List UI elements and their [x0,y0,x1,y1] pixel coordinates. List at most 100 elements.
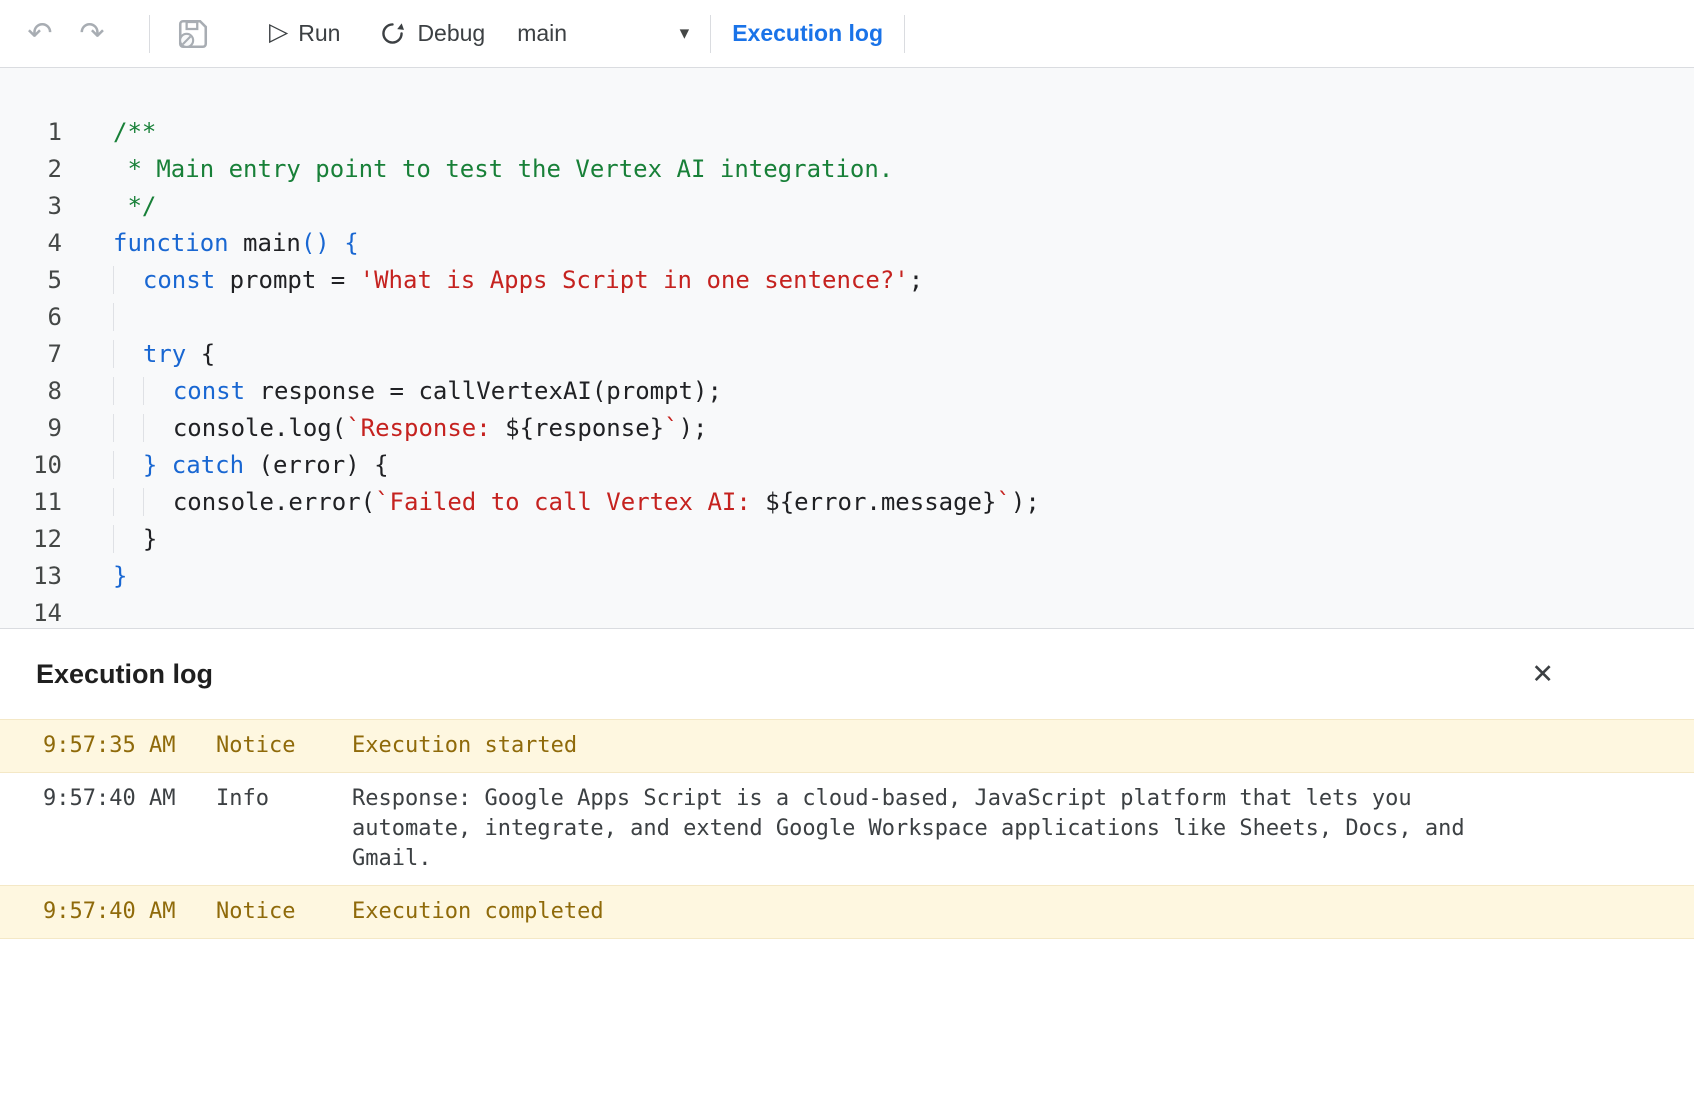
log-entry: 9:57:35 AMNoticeExecution started [0,719,1694,773]
toolbar-divider [710,15,711,53]
chevron-down-icon: ▾ [680,24,690,43]
line-number[interactable]: 5 [0,262,62,299]
code-token: ` [664,414,678,442]
log-time: 9:57:35 AM [0,731,216,761]
code-line[interactable]: 13} [0,558,1694,595]
run-icon: ▷ [269,20,288,45]
code-text [113,299,143,336]
code-token [143,488,173,516]
code-text: function main() { [113,225,359,262]
code-token: /** [113,118,156,146]
line-number[interactable]: 13 [0,558,62,595]
code-token: () [301,229,330,257]
log-time: 9:57:40 AM [0,784,216,874]
code-line[interactable]: 2 * Main entry point to test the Vertex … [0,151,1694,188]
code-token: } catch [143,451,244,479]
code-token: const [173,377,245,405]
debug-button-label: Debug [417,20,485,47]
function-selector-dropdown[interactable]: main ▾ [517,20,689,47]
execution-log-button-label: Execution log [732,20,883,47]
code-token [113,340,143,368]
code-token [330,229,344,257]
line-number[interactable]: 14 [0,595,62,628]
toolbar-divider [904,15,905,53]
code-token [113,525,143,553]
log-level: Notice [216,897,352,927]
code-token [113,377,143,405]
execution-log-button[interactable]: Execution log [732,20,883,47]
code-editor[interactable]: 1 /** 2 * Main entry point to test the Ver… [0,68,1694,628]
code-token [143,377,173,405]
code-line[interactable]: 9 console.log(`Response: ${response}`); [0,410,1694,447]
code-token: function [113,229,229,257]
line-number[interactable]: 11 [0,484,62,521]
code-line[interactable]: 14 [0,595,1694,628]
run-button-label: Run [298,20,340,47]
code-token: ${response} [505,414,664,442]
code-token: response = callVertexAI(prompt); [245,377,722,405]
code-line[interactable]: 10 } catch (error) { [0,447,1694,484]
code-token: } [143,525,157,553]
code-token: ); [679,414,708,442]
line-number[interactable]: 9 [0,410,62,447]
function-selector-value: main [517,20,567,47]
code-line[interactable]: 8 const response = callVertexAI(prompt); [0,373,1694,410]
code-text: console.log(`Response: ${response}`); [113,410,707,447]
save-project-button[interactable] [173,17,213,51]
log-message: Response: Google Apps Script is a cloud-… [352,784,1484,874]
redo-icon: ↷ [79,19,104,49]
undo-icon: ↶ [27,19,52,49]
line-number[interactable]: 2 [0,151,62,188]
line-number[interactable]: 6 [0,299,62,336]
line-number[interactable]: 4 [0,225,62,262]
code-text: * Main entry point to test the Vertex AI… [113,151,893,188]
code-line[interactable]: 6 [0,299,1694,336]
toolbar-divider [149,15,150,53]
line-number[interactable]: 3 [0,188,62,225]
code-token: ); [1011,488,1040,516]
code-text: /** [113,114,156,151]
code-token: } [113,562,127,590]
code-token: const [143,266,215,294]
execution-log-header: Execution log ✕ [0,629,1694,719]
code-token [113,488,143,516]
code-line[interactable]: 5 const prompt = 'What is Apps Script in… [0,262,1694,299]
line-number[interactable]: 8 [0,373,62,410]
code-token: ${error.message} [765,488,996,516]
code-token: `Response: [346,414,505,442]
code-line[interactable]: 7 try { [0,336,1694,373]
code-token [113,303,143,331]
log-time: 9:57:40 AM [0,897,216,927]
line-number[interactable]: 12 [0,521,62,558]
log-entry: 9:57:40 AMNoticeExecution completed [0,885,1694,939]
save-project-icon [176,17,210,51]
undo-button[interactable]: ↶ [24,19,56,49]
log-message: Execution started [352,731,1484,761]
code-line[interactable]: 4 function main() { [0,225,1694,262]
line-number[interactable]: 1 [0,114,62,151]
code-lines: 1 /** 2 * Main entry point to test the Ver… [0,114,1694,628]
debug-button[interactable]: Debug [378,19,485,48]
code-line[interactable]: 11 console.error(`Failed to call Vertex … [0,484,1694,521]
code-line[interactable]: 1 /** [0,114,1694,151]
log-entries: 9:57:35 AMNoticeExecution started9:57:40… [0,719,1694,939]
log-level: Info [216,784,352,874]
line-number[interactable]: 7 [0,336,62,373]
code-text: } catch (error) { [113,447,389,484]
code-line[interactable]: 3 */ [0,188,1694,225]
code-token: 'What is Apps Script in one sentence?' [360,266,909,294]
code-token: { [344,229,358,257]
code-line[interactable]: 12 } [0,521,1694,558]
redo-button[interactable]: ↷ [76,19,108,49]
close-execution-log-button[interactable]: ✕ [1531,661,1554,688]
code-token: console.error( [173,488,375,516]
debug-icon [378,19,407,48]
code-text: console.error(`Failed to call Vertex AI:… [113,484,1040,521]
code-text: */ [113,188,156,225]
line-number[interactable]: 10 [0,447,62,484]
code-token: try [143,340,186,368]
code-token: main [229,229,301,257]
run-button[interactable]: ▷ Run [269,20,340,47]
code-text: const prompt = 'What is Apps Script in o… [113,262,923,299]
code-token: ` [996,488,1010,516]
